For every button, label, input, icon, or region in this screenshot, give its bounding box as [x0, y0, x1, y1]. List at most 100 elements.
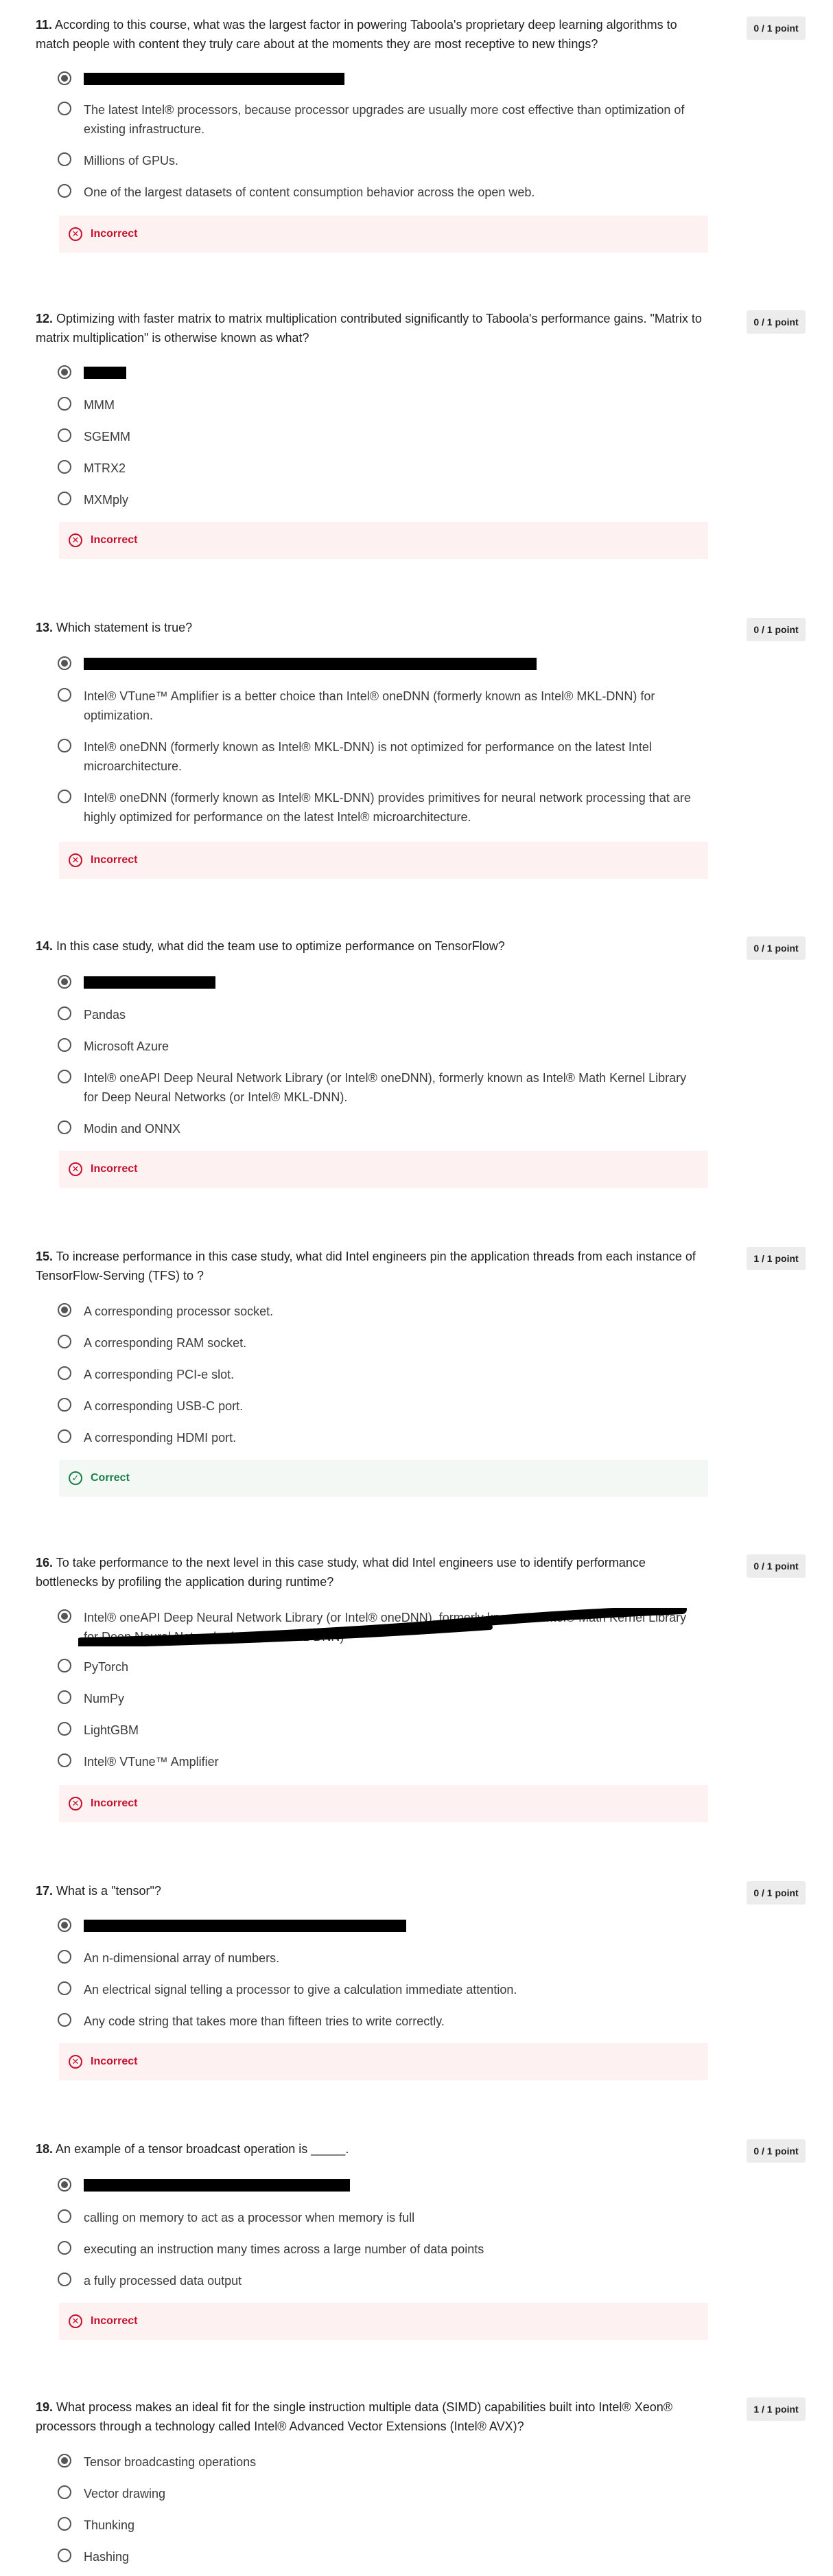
option-label: The latest Intel® processors, because pr…	[84, 103, 685, 136]
radio-button-selected[interactable]	[58, 2178, 71, 2192]
points-badge: 0 / 1 point	[747, 2139, 806, 2163]
radio-button[interactable]	[58, 397, 71, 411]
question-prompt: Optimizing with faster matrix to matrix …	[36, 312, 702, 345]
option-label: Intel® VTune™ Amplifier is a better choi…	[84, 689, 655, 722]
feedback-correct: ✓ Correct	[59, 1460, 708, 1497]
radio-button[interactable]	[58, 790, 71, 803]
option-label: PyTorch	[84, 1660, 129, 1674]
check-circle-icon: ✓	[69, 1471, 82, 1485]
question-text: 16. To take performance to the next leve…	[36, 1553, 708, 1591]
option-label: Pandas	[84, 1008, 126, 1022]
question-prompt: According to this course, what was the l…	[36, 18, 677, 51]
radio-button[interactable]	[58, 1007, 71, 1020]
radio-button[interactable]	[58, 1981, 71, 1995]
radio-button[interactable]	[58, 2241, 71, 2255]
radio-button[interactable]	[58, 1753, 71, 1767]
option-label: Millions of GPUs.	[84, 154, 179, 168]
radio-button-selected[interactable]	[58, 71, 71, 85]
redaction-bar	[84, 1920, 406, 1932]
option-label: Modin and ONNX	[84, 1122, 181, 1136]
radio-button[interactable]	[58, 739, 71, 752]
radio-button[interactable]	[58, 102, 71, 115]
feedback-incorrect: ✕ Incorrect	[59, 1785, 708, 1822]
option-label: Hashing	[84, 2550, 130, 2564]
radio-button[interactable]	[58, 1690, 71, 1704]
feedback-incorrect: ✕ Incorrect	[59, 2303, 708, 2340]
option-label: Thunking	[84, 2518, 135, 2532]
close-circle-icon: ✕	[69, 1797, 82, 1810]
feedback-label: Incorrect	[91, 1163, 138, 1175]
radio-button-selected[interactable]	[58, 1609, 71, 1623]
radio-button[interactable]	[58, 2209, 71, 2223]
close-circle-icon: ✕	[69, 2314, 82, 2328]
radio-button[interactable]	[58, 1950, 71, 1964]
radio-button[interactable]	[58, 2549, 71, 2562]
feedback-incorrect: ✕ Incorrect	[59, 842, 708, 879]
radio-button[interactable]	[58, 1429, 71, 1443]
question-text: 19. What process makes an ideal fit for …	[36, 2397, 708, 2436]
option-label: A corresponding USB-C port.	[84, 1399, 244, 1413]
radio-button-selected[interactable]	[58, 1303, 71, 1317]
radio-button[interactable]	[58, 2485, 71, 2499]
radio-button[interactable]	[58, 152, 71, 166]
option-label: NumPy	[84, 1692, 125, 1705]
radio-button[interactable]	[58, 1335, 71, 1348]
radio-button[interactable]	[58, 2013, 71, 2027]
feedback-label: Incorrect	[91, 2315, 138, 2327]
close-circle-icon: ✕	[69, 853, 82, 867]
question-number: 12.	[36, 312, 54, 325]
points-badge: 0 / 1 point	[747, 16, 806, 40]
radio-button[interactable]	[58, 1366, 71, 1380]
feedback-incorrect: ✕ Incorrect	[59, 2043, 708, 2080]
question-text: 11. According to this course, what was t…	[36, 15, 708, 54]
points-badge: 0 / 1 point	[747, 1554, 806, 1578]
feedback-incorrect: ✕ Incorrect	[59, 1151, 708, 1188]
radio-button[interactable]	[58, 1038, 71, 1052]
question-number: 11.	[36, 18, 53, 32]
radio-button[interactable]	[58, 1659, 71, 1672]
radio-button[interactable]	[58, 1120, 71, 1134]
close-circle-icon: ✕	[69, 227, 82, 241]
radio-button-selected[interactable]	[58, 2454, 71, 2468]
radio-button[interactable]	[58, 184, 71, 198]
points-badge: 1 / 1 point	[747, 2397, 806, 2421]
radio-button[interactable]	[58, 2273, 71, 2286]
redaction-bar	[84, 658, 537, 670]
radio-button[interactable]	[58, 688, 71, 702]
points-badge: 0 / 1 point	[747, 1881, 806, 1905]
question-number: 13.	[36, 621, 54, 634]
points-badge: 0 / 1 point	[747, 618, 806, 641]
redaction-bar	[84, 367, 126, 379]
feedback-label: Incorrect	[91, 1797, 138, 1809]
points-badge: 1 / 1 point	[747, 1247, 806, 1270]
option-label: Intel® oneDNN (formerly known as Intel® …	[84, 791, 691, 824]
radio-button-selected[interactable]	[58, 656, 71, 670]
radio-button[interactable]	[58, 1722, 71, 1736]
question-prompt: To increase performance in this case stu…	[36, 1250, 696, 1283]
option-label: Vector drawing	[84, 2487, 166, 2500]
redaction-bar	[84, 73, 344, 85]
option-label: MMM	[84, 398, 115, 412]
radio-button[interactable]	[58, 428, 71, 442]
question-text: 15. To increase performance in this case…	[36, 1247, 708, 1285]
radio-button-selected[interactable]	[58, 365, 71, 379]
feedback-label: Incorrect	[91, 534, 138, 546]
question-prompt: What is a "tensor"?	[56, 1884, 161, 1898]
radio-button-selected[interactable]	[58, 975, 71, 989]
close-circle-icon: ✕	[69, 2055, 82, 2069]
feedback-label: Incorrect	[91, 2056, 138, 2067]
radio-button[interactable]	[58, 1398, 71, 1412]
feedback-incorrect: ✕ Incorrect	[59, 522, 708, 559]
radio-button[interactable]	[58, 492, 71, 505]
radio-button[interactable]	[58, 2517, 71, 2531]
points-badge: 0 / 1 point	[747, 936, 806, 960]
option-label: A corresponding RAM socket.	[84, 1336, 247, 1350]
question-text: 17. What is a "tensor"?	[36, 1881, 708, 1900]
question-number: 19.	[36, 2400, 54, 2414]
radio-button[interactable]	[58, 460, 71, 474]
radio-button[interactable]	[58, 1070, 71, 1083]
option-label: Tensor broadcasting operations	[84, 2455, 257, 2469]
radio-button-selected[interactable]	[58, 1918, 71, 1932]
option-label: An electrical signal telling a processor…	[84, 1983, 517, 1997]
question-prompt: An example of a tensor broadcast operati…	[56, 2142, 349, 2156]
